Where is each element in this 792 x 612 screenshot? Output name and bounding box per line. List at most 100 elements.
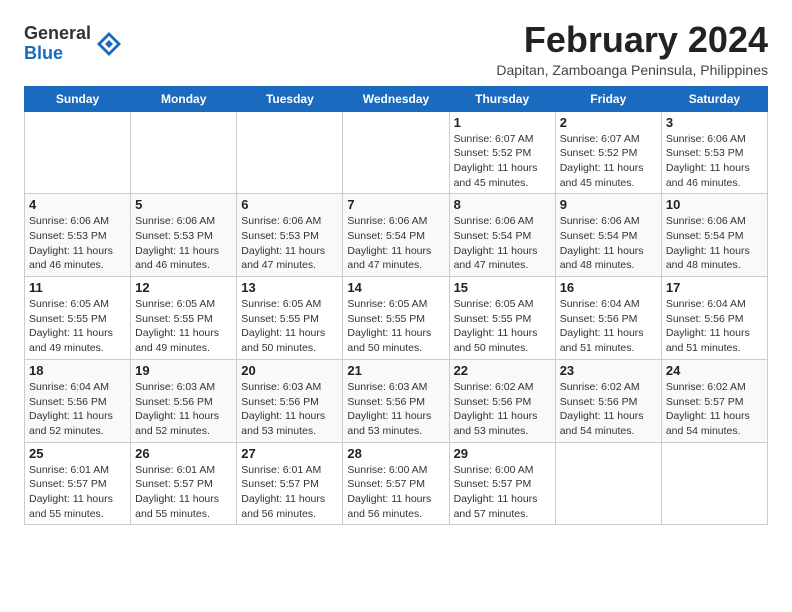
calendar-cell: 11 Sunrise: 6:05 AMSunset: 5:55 PMDayligh… (25, 277, 131, 360)
header-cell-sunday: Sunday (25, 86, 131, 111)
day-info: Sunrise: 6:05 AMSunset: 5:55 PMDaylight:… (135, 297, 232, 356)
calendar-cell: 17 Sunrise: 6:04 AMSunset: 5:56 PMDayligh… (661, 277, 767, 360)
calendar-cell: 27 Sunrise: 6:01 AMSunset: 5:57 PMDayligh… (237, 442, 343, 525)
calendar-cell (661, 442, 767, 525)
title-area: February 2024 Dapitan, Zamboanga Peninsu… (496, 20, 768, 78)
calendar-cell: 1Sunrise: 6:07 AMSunset: 5:52 PMDaylight… (449, 111, 555, 194)
calendar-cell: 6 Sunrise: 6:06 AMSunset: 5:53 PMDaylight… (237, 194, 343, 277)
calendar-cell: 28 Sunrise: 6:00 AMSunset: 5:57 PMDayligh… (343, 442, 449, 525)
day-number: 3 (666, 115, 763, 130)
logo-icon (95, 30, 123, 58)
day-info: Sunrise: 6:03 AMSunset: 5:56 PMDaylight:… (241, 380, 338, 439)
day-info: Sunrise: 6:06 AMSunset: 5:53 PMDaylight:… (666, 132, 763, 191)
calendar-cell: 12 Sunrise: 6:05 AMSunset: 5:55 PMDayligh… (131, 277, 237, 360)
day-number: 11 (29, 280, 126, 295)
day-number: 4 (29, 197, 126, 212)
day-number: 23 (560, 363, 657, 378)
day-info: Sunrise: 6:02 AMSunset: 5:57 PMDaylight:… (666, 380, 763, 439)
calendar-cell (237, 111, 343, 194)
day-info: Sunrise: 6:04 AMSunset: 5:56 PMDaylight:… (29, 380, 126, 439)
week-row-1: 1Sunrise: 6:07 AMSunset: 5:52 PMDaylight… (25, 111, 768, 194)
calendar-cell: 24Sunrise: 6:02 AMSunset: 5:57 PMDayligh… (661, 359, 767, 442)
calendar-cell (25, 111, 131, 194)
week-row-5: 25 Sunrise: 6:01 AMSunset: 5:57 PMDayligh… (25, 442, 768, 525)
day-number: 27 (241, 446, 338, 461)
calendar-cell: 5 Sunrise: 6:06 AMSunset: 5:53 PMDaylight… (131, 194, 237, 277)
calendar-cell: 15Sunrise: 6:05 AMSunset: 5:55 PMDayligh… (449, 277, 555, 360)
day-info: Sunrise: 6:01 AMSunset: 5:57 PMDaylight:… (29, 463, 126, 522)
calendar-cell: 19 Sunrise: 6:03 AMSunset: 5:56 PMDayligh… (131, 359, 237, 442)
header-cell-saturday: Saturday (661, 86, 767, 111)
day-number: 28 (347, 446, 444, 461)
day-info: Sunrise: 6:01 AMSunset: 5:57 PMDaylight:… (135, 463, 232, 522)
day-number: 12 (135, 280, 232, 295)
day-number: 26 (135, 446, 232, 461)
calendar-cell: 4 Sunrise: 6:06 AMSunset: 5:53 PMDaylight… (25, 194, 131, 277)
header-row: SundayMondayTuesdayWednesdayThursdayFrid… (25, 86, 768, 111)
day-number: 19 (135, 363, 232, 378)
day-number: 17 (666, 280, 763, 295)
day-info: Sunrise: 6:04 AMSunset: 5:56 PMDaylight:… (666, 297, 763, 356)
day-info: Sunrise: 6:05 AMSunset: 5:55 PMDaylight:… (454, 297, 551, 356)
day-info: Sunrise: 6:06 AMSunset: 5:53 PMDaylight:… (135, 214, 232, 273)
calendar-cell (131, 111, 237, 194)
subtitle: Dapitan, Zamboanga Peninsula, Philippine… (496, 62, 768, 78)
calendar-cell: 22Sunrise: 6:02 AMSunset: 5:56 PMDayligh… (449, 359, 555, 442)
calendar-cell: 25 Sunrise: 6:01 AMSunset: 5:57 PMDayligh… (25, 442, 131, 525)
calendar-body: 1Sunrise: 6:07 AMSunset: 5:52 PMDaylight… (25, 111, 768, 525)
day-info: Sunrise: 6:07 AMSunset: 5:52 PMDaylight:… (560, 132, 657, 191)
day-info: Sunrise: 6:01 AMSunset: 5:57 PMDaylight:… (241, 463, 338, 522)
day-number: 10 (666, 197, 763, 212)
day-number: 5 (135, 197, 232, 212)
day-number: 2 (560, 115, 657, 130)
calendar-cell: 14Sunrise: 6:05 AMSunset: 5:55 PMDayligh… (343, 277, 449, 360)
day-info: Sunrise: 6:02 AMSunset: 5:56 PMDaylight:… (560, 380, 657, 439)
calendar-header: SundayMondayTuesdayWednesdayThursdayFrid… (25, 86, 768, 111)
day-number: 14 (347, 280, 444, 295)
header-cell-friday: Friday (555, 86, 661, 111)
calendar-cell: 20Sunrise: 6:03 AMSunset: 5:56 PMDayligh… (237, 359, 343, 442)
day-number: 29 (454, 446, 551, 461)
day-number: 18 (29, 363, 126, 378)
header-cell-tuesday: Tuesday (237, 86, 343, 111)
day-info: Sunrise: 6:03 AMSunset: 5:56 PMDaylight:… (135, 380, 232, 439)
day-number: 25 (29, 446, 126, 461)
calendar-cell: 2 Sunrise: 6:07 AMSunset: 5:52 PMDaylight… (555, 111, 661, 194)
calendar-cell (555, 442, 661, 525)
calendar-cell: 16 Sunrise: 6:04 AMSunset: 5:56 PMDayligh… (555, 277, 661, 360)
day-number: 6 (241, 197, 338, 212)
calendar-cell: 9Sunrise: 6:06 AMSunset: 5:54 PMDaylight… (555, 194, 661, 277)
day-info: Sunrise: 6:06 AMSunset: 5:54 PMDaylight:… (560, 214, 657, 273)
calendar-cell: 18 Sunrise: 6:04 AMSunset: 5:56 PMDayligh… (25, 359, 131, 442)
day-info: Sunrise: 6:02 AMSunset: 5:56 PMDaylight:… (454, 380, 551, 439)
calendar-cell (343, 111, 449, 194)
day-info: Sunrise: 6:06 AMSunset: 5:54 PMDaylight:… (666, 214, 763, 273)
page-header: General Blue February 2024 Dapitan, Zamb… (24, 20, 768, 78)
day-info: Sunrise: 6:06 AMSunset: 5:53 PMDaylight:… (29, 214, 126, 273)
calendar-cell: 23 Sunrise: 6:02 AMSunset: 5:56 PMDayligh… (555, 359, 661, 442)
day-info: Sunrise: 6:00 AMSunset: 5:57 PMDaylight:… (347, 463, 444, 522)
week-row-3: 11 Sunrise: 6:05 AMSunset: 5:55 PMDayligh… (25, 277, 768, 360)
day-number: 16 (560, 280, 657, 295)
day-info: Sunrise: 6:03 AMSunset: 5:56 PMDaylight:… (347, 380, 444, 439)
day-number: 21 (347, 363, 444, 378)
day-info: Sunrise: 6:07 AMSunset: 5:52 PMDaylight:… (454, 132, 551, 191)
header-cell-wednesday: Wednesday (343, 86, 449, 111)
calendar-cell: 29Sunrise: 6:00 AMSunset: 5:57 PMDayligh… (449, 442, 555, 525)
day-number: 13 (241, 280, 338, 295)
logo-blue-text: Blue (24, 44, 91, 64)
day-info: Sunrise: 6:04 AMSunset: 5:56 PMDaylight:… (560, 297, 657, 356)
calendar-cell: 13 Sunrise: 6:05 AMSunset: 5:55 PMDayligh… (237, 277, 343, 360)
calendar-cell: 21 Sunrise: 6:03 AMSunset: 5:56 PMDayligh… (343, 359, 449, 442)
calendar-cell: 3 Sunrise: 6:06 AMSunset: 5:53 PMDaylight… (661, 111, 767, 194)
header-cell-monday: Monday (131, 86, 237, 111)
logo-general-text: General (24, 24, 91, 44)
week-row-2: 4 Sunrise: 6:06 AMSunset: 5:53 PMDaylight… (25, 194, 768, 277)
day-info: Sunrise: 6:05 AMSunset: 5:55 PMDaylight:… (29, 297, 126, 356)
day-info: Sunrise: 6:06 AMSunset: 5:53 PMDaylight:… (241, 214, 338, 273)
day-info: Sunrise: 6:06 AMSunset: 5:54 PMDaylight:… (347, 214, 444, 273)
day-info: Sunrise: 6:05 AMSunset: 5:55 PMDaylight:… (241, 297, 338, 356)
day-number: 7 (347, 197, 444, 212)
header-cell-thursday: Thursday (449, 86, 555, 111)
month-title: February 2024 (496, 20, 768, 60)
